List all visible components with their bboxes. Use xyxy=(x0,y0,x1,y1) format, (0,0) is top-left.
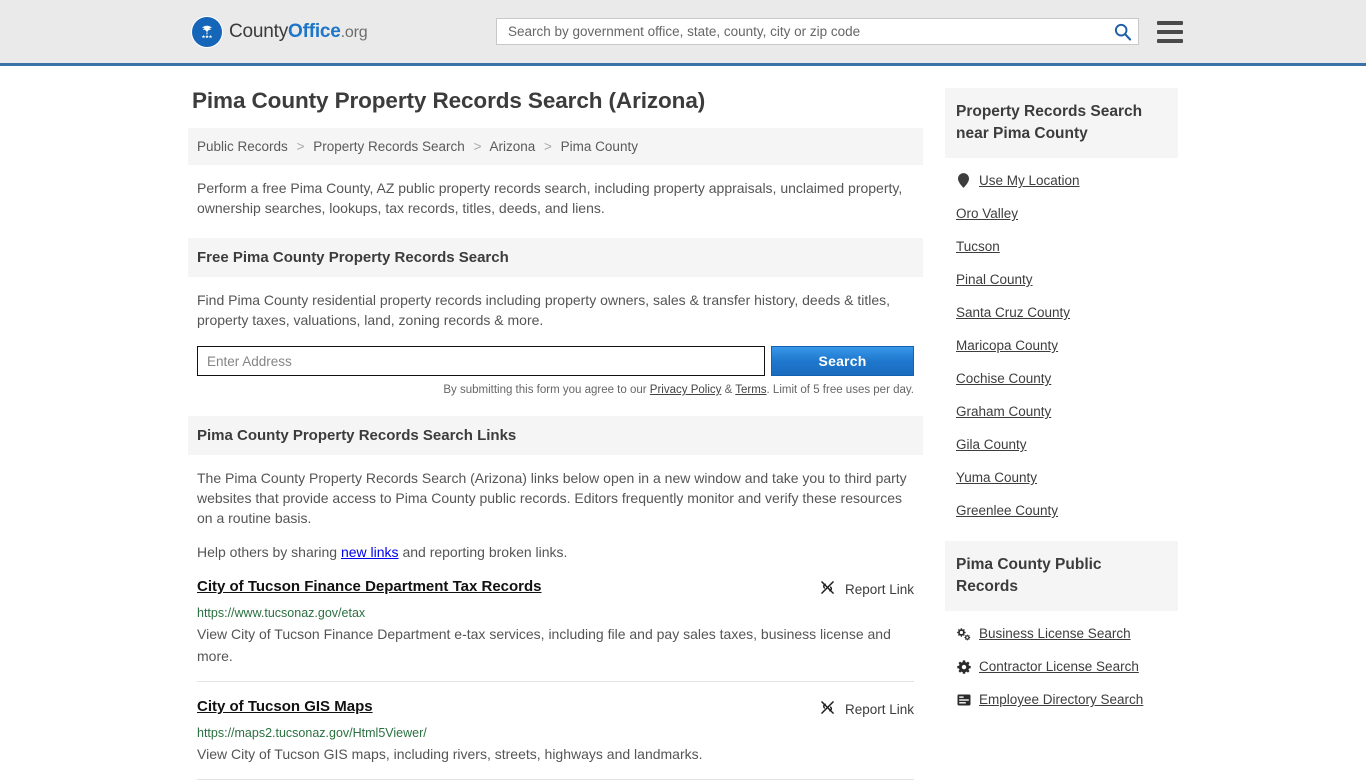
sidebar-item-graham-county[interactable]: Graham County xyxy=(945,395,1178,428)
breadcrumb-item-public-records[interactable]: Public Records xyxy=(197,139,288,154)
search-icon[interactable] xyxy=(1111,22,1134,41)
page-title: Pima County Property Records Search (Ari… xyxy=(192,88,706,113)
logo-text: CountyOffice.org xyxy=(229,20,368,43)
sidebar-public-records-heading: Pima County Public Records xyxy=(945,541,1178,611)
sidebar-link-label[interactable]: Greenlee County xyxy=(956,503,1058,518)
global-search-box[interactable] xyxy=(496,18,1139,45)
page-intro-text: Perform a free Pima County, AZ public pr… xyxy=(197,180,903,216)
sidebar-link-label[interactable]: Use My Location xyxy=(979,173,1080,188)
links-section-paragraph: The Pima County Property Records Search … xyxy=(197,470,907,526)
sidebar-link-label[interactable]: Oro Valley xyxy=(956,206,1018,221)
logo-text-org: .org xyxy=(340,23,368,41)
share-suffix: and reporting broken links. xyxy=(398,544,568,560)
sidebar-item-yuma-county[interactable]: Yuma County xyxy=(945,461,1178,494)
page-container: Pima County Property Records Search (Ari… xyxy=(188,66,1178,780)
disclaimer-amp: & xyxy=(721,384,736,396)
search-button[interactable]: Search xyxy=(771,346,914,376)
hamburger-bar xyxy=(1157,38,1183,43)
free-search-description: Find Pima County residential property re… xyxy=(197,292,891,328)
sidebar-link-label[interactable]: Pinal County xyxy=(956,272,1033,287)
resource-link-url: https://www.tucsonaz.gov/etax xyxy=(197,606,366,620)
free-search-heading: Free Pima County Property Records Search xyxy=(188,238,923,277)
sidebar-item-contractor-license-search[interactable]: Contractor License Search xyxy=(945,650,1178,683)
sidebar-link-label[interactable]: Tucson xyxy=(956,239,1000,254)
new-links-link[interactable]: new links xyxy=(341,544,399,560)
address-input[interactable] xyxy=(197,346,765,376)
map-pin-icon xyxy=(956,173,971,188)
sidebar-item-tucson[interactable]: Tucson xyxy=(945,230,1178,263)
sidebar-link-label[interactable]: Maricopa County xyxy=(956,338,1058,353)
link-item-header: City of Tucson GIS Maps Report Link xyxy=(197,698,914,719)
cogs-icon xyxy=(956,627,971,641)
sidebar: Property Records Search near Pima County… xyxy=(945,88,1178,716)
global-search-input[interactable] xyxy=(506,23,1111,40)
sidebar-nearby-heading: Property Records Search near Pima County xyxy=(945,88,1178,158)
breadcrumb-item-arizona[interactable]: Arizona xyxy=(489,139,535,154)
site-header: CountyOffice.org xyxy=(0,0,1366,66)
report-link-button[interactable]: Report Link xyxy=(819,578,914,599)
sidebar-link-label[interactable]: Gila County xyxy=(956,437,1027,452)
share-prefix: Help others by sharing xyxy=(197,544,341,560)
disclaimer-prefix: By submitting this form you agree to our xyxy=(443,384,650,396)
hamburger-bar xyxy=(1157,29,1183,34)
form-disclaimer: By submitting this form you agree to our… xyxy=(197,384,914,396)
sidebar-item-business-license-search[interactable]: Business License Search xyxy=(945,617,1178,650)
privacy-policy-link[interactable]: Privacy Policy xyxy=(650,384,722,396)
resource-link-description: View City of Tucson Finance Department e… xyxy=(197,626,891,664)
eagle-emblem-icon xyxy=(192,16,222,47)
logo-text-office: Office xyxy=(288,20,341,42)
sidebar-item-greenlee-county[interactable]: Greenlee County xyxy=(945,494,1178,527)
report-link-label: Report Link xyxy=(844,701,914,717)
broken-link-icon xyxy=(819,699,836,719)
sidebar-nearby-list: Use My Location Oro Valley Tucson Pinal … xyxy=(945,158,1178,527)
report-link-button[interactable]: Report Link xyxy=(819,698,914,719)
breadcrumb-separator: > xyxy=(296,139,305,154)
resource-link-title[interactable]: City of Tucson Finance Department Tax Re… xyxy=(197,578,542,595)
report-link-label: Report Link xyxy=(844,581,914,597)
sidebar-public-records-list: Business License Search Contractor Licen… xyxy=(945,611,1178,716)
sidebar-link-label[interactable]: Graham County xyxy=(956,404,1051,419)
cog-icon xyxy=(956,659,971,674)
disclaimer-suffix: . Limit of 5 free uses per day. xyxy=(766,384,914,396)
logo-text-county: County xyxy=(229,20,289,42)
sidebar-item-santa-cruz-county[interactable]: Santa Cruz County xyxy=(945,296,1178,329)
sidebar-item-employee-directory-search[interactable]: Employee Directory Search xyxy=(945,683,1178,716)
link-list-item: City of Tucson GIS Maps Report Link http… xyxy=(197,682,914,765)
hamburger-bar xyxy=(1157,20,1183,25)
resource-link-title[interactable]: City of Tucson GIS Maps xyxy=(197,698,373,715)
breadcrumb: Public Records > Property Records Search… xyxy=(188,128,923,165)
resource-link-description: View City of Tucson GIS maps, including … xyxy=(197,746,703,762)
links-section-heading: Pima County Property Records Search Link… xyxy=(188,416,923,455)
breadcrumb-separator: > xyxy=(473,139,482,154)
sidebar-link-label[interactable]: Santa Cruz County xyxy=(956,305,1070,320)
hamburger-menu-icon[interactable] xyxy=(1157,20,1183,43)
sidebar-link-label[interactable]: Business License Search xyxy=(979,626,1131,641)
global-search-area xyxy=(496,18,1183,45)
terms-link[interactable]: Terms xyxy=(735,384,766,396)
resource-link-url: https://maps2.tucsonaz.gov/Html5Viewer/ xyxy=(197,726,427,740)
breadcrumb-separator: > xyxy=(544,139,552,154)
sidebar-item-pinal-county[interactable]: Pinal County xyxy=(945,263,1178,296)
breadcrumb-item-pima-county[interactable]: Pima County xyxy=(561,139,638,154)
sidebar-item-gila-county[interactable]: Gila County xyxy=(945,428,1178,461)
share-links-line: Help others by sharing new links and rep… xyxy=(197,542,914,562)
address-card-icon xyxy=(956,694,971,706)
sidebar-item-oro-valley[interactable]: Oro Valley xyxy=(945,197,1178,230)
site-logo[interactable]: CountyOffice.org xyxy=(192,16,368,47)
sidebar-item-use-my-location[interactable]: Use My Location xyxy=(945,164,1178,197)
link-item-header: City of Tucson Finance Department Tax Re… xyxy=(197,578,914,599)
sidebar-link-label[interactable]: Yuma County xyxy=(956,470,1037,485)
sidebar-item-cochise-county[interactable]: Cochise County xyxy=(945,362,1178,395)
sidebar-link-label[interactable]: Contractor License Search xyxy=(979,659,1139,674)
sidebar-item-maricopa-county[interactable]: Maricopa County xyxy=(945,329,1178,362)
address-search-form: Search xyxy=(197,346,914,376)
sidebar-link-label[interactable]: Employee Directory Search xyxy=(979,692,1143,707)
sidebar-link-label[interactable]: Cochise County xyxy=(956,371,1051,386)
breadcrumb-item-property-records-search[interactable]: Property Records Search xyxy=(313,139,465,154)
link-list-item: City of Tucson Finance Department Tax Re… xyxy=(197,562,914,667)
main-column: Pima County Property Records Search (Ari… xyxy=(188,88,923,780)
broken-link-icon xyxy=(819,579,836,599)
links-section-body: The Pima County Property Records Search … xyxy=(188,455,923,562)
